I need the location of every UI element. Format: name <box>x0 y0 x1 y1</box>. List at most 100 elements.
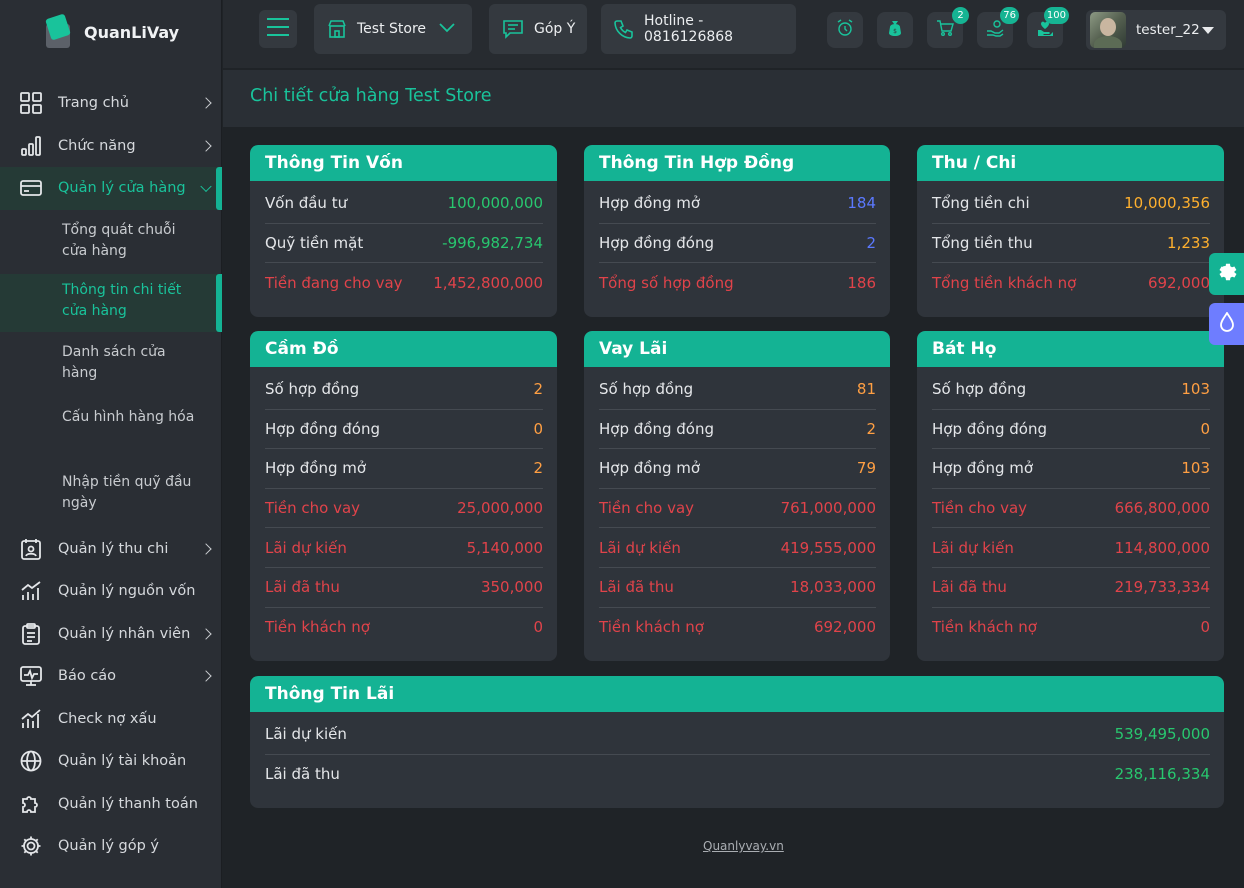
menu-toggle-button[interactable] <box>259 10 297 48</box>
info-row: Tổng tiền thu 1,233 <box>932 224 1210 264</box>
sidebar-subitem-nhap-tien[interactable]: Nhập tiền quỹ đầu ngày <box>0 462 222 528</box>
hotline-label: Hotline - 0816126868 <box>644 13 734 45</box>
info-row: Lãi đã thu 18,033,000 <box>599 568 876 608</box>
cart-icon <box>936 19 954 41</box>
hand-coin-icon <box>986 19 1004 41</box>
footer-link[interactable]: Quanlyvay.vn <box>703 839 784 853</box>
income-expense-card: Thu / Chi Tổng tiền chi 10,000,356 Tổng t… <box>917 145 1224 317</box>
sidebar-subitem-danh-sach[interactable]: Danh sách cửa hàng <box>0 332 222 397</box>
row-value: 103 <box>1181 380 1210 399</box>
sidebar-item-thu-chi[interactable]: Quản lý thu chi <box>0 528 222 571</box>
info-row: Tổng tiền khách nợ 692,000 <box>932 263 1210 303</box>
row-label: Hợp đồng đóng <box>599 419 714 438</box>
chat-icon <box>502 19 524 39</box>
sidebar-item-gop-y[interactable]: Quản lý góp ý <box>0 825 222 868</box>
brand-name: QuanLiVay <box>84 22 180 42</box>
row-value: 1,452,800,000 <box>433 273 543 292</box>
chevron-right-icon <box>200 628 212 640</box>
row-label: Tiền khách nợ <box>932 618 1037 637</box>
info-row: Tiền khách nợ 0 <box>265 608 543 648</box>
row-value: 2 <box>533 380 543 399</box>
info-row: Tiền cho vay 666,800,000 <box>932 489 1210 529</box>
calendar-user-icon <box>19 537 43 561</box>
settings-panel-button[interactable] <box>1209 253 1244 295</box>
row-value: 2 <box>866 419 876 438</box>
user-menu[interactable]: tester_22 <box>1086 10 1226 50</box>
sidebar-subitem-cau-hinh[interactable]: Cấu hình hàng hóa <box>0 397 222 462</box>
chevron-right-icon <box>200 140 212 152</box>
card-title: Bát Họ <box>917 331 1224 367</box>
row-label: Tiền đang cho vay <box>265 273 403 292</box>
row-label: Tổng tiền thu <box>932 233 1033 252</box>
info-row: Lãi dự kiến 5,140,000 <box>265 528 543 568</box>
row-label: Tổng tiền khách nợ <box>932 273 1077 292</box>
sidebar-subitem-label: Cấu hình hàng hóa <box>62 408 195 425</box>
row-label: Tổng tiền chi <box>932 194 1030 213</box>
row-value: 114,800,000 <box>1114 538 1210 557</box>
chevron-down-icon <box>200 180 212 193</box>
sidebar-item-nguon-von[interactable]: Quản lý nguồn vốn <box>0 570 222 613</box>
info-row: Lãi đã thu 219,733,334 <box>932 568 1210 608</box>
row-value: 81 <box>856 380 876 399</box>
sidebar-item-trang-chu[interactable]: Trang chủ <box>0 82 222 125</box>
chevron-right-icon <box>200 670 212 682</box>
info-row: Hợp đồng mở 103 <box>932 449 1210 489</box>
store-icon <box>327 19 347 39</box>
brand-logo[interactable]: QuanLiVay <box>44 14 179 50</box>
store-select[interactable]: Test Store <box>314 4 472 54</box>
heart-hand-button[interactable]: 100 <box>1027 7 1069 48</box>
info-row: Vốn đầu tư 100,000,000 <box>265 184 543 224</box>
row-value: 0 <box>1200 419 1210 438</box>
row-value: 692,000 <box>813 618 876 637</box>
feedback-button[interactable]: Góp Ý <box>489 4 587 54</box>
cart-button[interactable]: 2 <box>927 7 969 48</box>
row-value: 238,116,334 <box>1114 765 1210 784</box>
row-label: Lãi dự kiến <box>265 538 347 557</box>
sidebar-subitem-thong-tin-chi-tiet[interactable]: Thông tin chi tiết cửa hàng <box>0 273 222 332</box>
row-label: Lãi đã thu <box>265 765 340 784</box>
avatar <box>1090 12 1126 48</box>
row-value: 25,000,000 <box>457 499 543 518</box>
page-title-bar: Chi tiết cửa hàng Test Store <box>223 70 1244 127</box>
page-title: Chi tiết cửa hàng Test Store <box>250 86 492 106</box>
row-label: Tổng số hợp đồng <box>599 273 734 292</box>
sidebar-item-check-no-xau[interactable]: Check nợ xấu <box>0 698 222 741</box>
info-row: Tiền cho vay 25,000,000 <box>265 489 543 529</box>
hand-money-badge: 76 <box>1000 7 1019 24</box>
theme-color-button[interactable] <box>1209 303 1244 345</box>
hotline-button[interactable]: Hotline - 0816126868 <box>601 4 796 54</box>
card-title: Vay Lãi <box>584 331 890 367</box>
sidebar-item-thanh-toan[interactable]: Quản lý thanh toán <box>0 783 222 826</box>
sidebar-item-label: Quản lý tài khoản <box>58 753 187 770</box>
row-value: 539,495,000 <box>1114 725 1210 744</box>
info-row: Tiền cho vay 761,000,000 <box>599 489 876 529</box>
row-label: Tiền cho vay <box>599 499 695 518</box>
money-bag-icon: $ <box>886 19 904 41</box>
sidebar-subitem-tong-quat[interactable]: Tổng quát chuỗi cửa hàng <box>0 210 222 274</box>
alarm-button[interactable] <box>827 12 863 48</box>
row-label: Hợp đồng mở <box>932 459 1034 478</box>
row-value: 692,000 <box>1147 273 1210 292</box>
money-bag-button[interactable]: $ <box>877 12 913 48</box>
hand-money-button[interactable]: 76 <box>977 7 1019 48</box>
interest-info-card: Thông Tin Lãi Lãi dự kiến 539,495,000 Lãi… <box>250 676 1224 808</box>
heart-hand-badge: 100 <box>1043 7 1069 24</box>
dashboard-grid-icon <box>19 91 43 115</box>
card-title: Thông Tin Vốn <box>250 145 557 181</box>
row-value: 1,233 <box>1167 233 1210 252</box>
info-row: Tiền đang cho vay 1,452,800,000 <box>265 263 543 303</box>
row-label: Hợp đồng đóng <box>599 233 714 252</box>
sidebar-item-chuc-nang[interactable]: Chức năng <box>0 125 222 168</box>
sidebar-item-quan-ly-cua-hang[interactable]: Quản lý cửa hàng <box>0 167 222 210</box>
sidebar-item-bao-cao[interactable]: Báo cáo <box>0 655 222 698</box>
gear-icon <box>1215 260 1239 288</box>
sidebar-item-nhan-vien[interactable]: Quản lý nhân viên <box>0 613 222 656</box>
row-label: Số hợp đồng <box>599 380 694 399</box>
row-value: 79 <box>856 459 876 478</box>
bat-ho-card: Bát Họ Số hợp đồng 103 Hợp đồng đóng 0 Hợp… <box>917 331 1224 661</box>
info-row: Lãi đã thu 238,116,334 <box>265 755 1210 795</box>
sidebar-item-tai-khoan[interactable]: Quản lý tài khoản <box>0 740 222 783</box>
row-label: Lãi đã thu <box>599 578 674 597</box>
phone-icon <box>614 19 634 39</box>
info-row: Hợp đồng mở 2 <box>265 449 543 489</box>
